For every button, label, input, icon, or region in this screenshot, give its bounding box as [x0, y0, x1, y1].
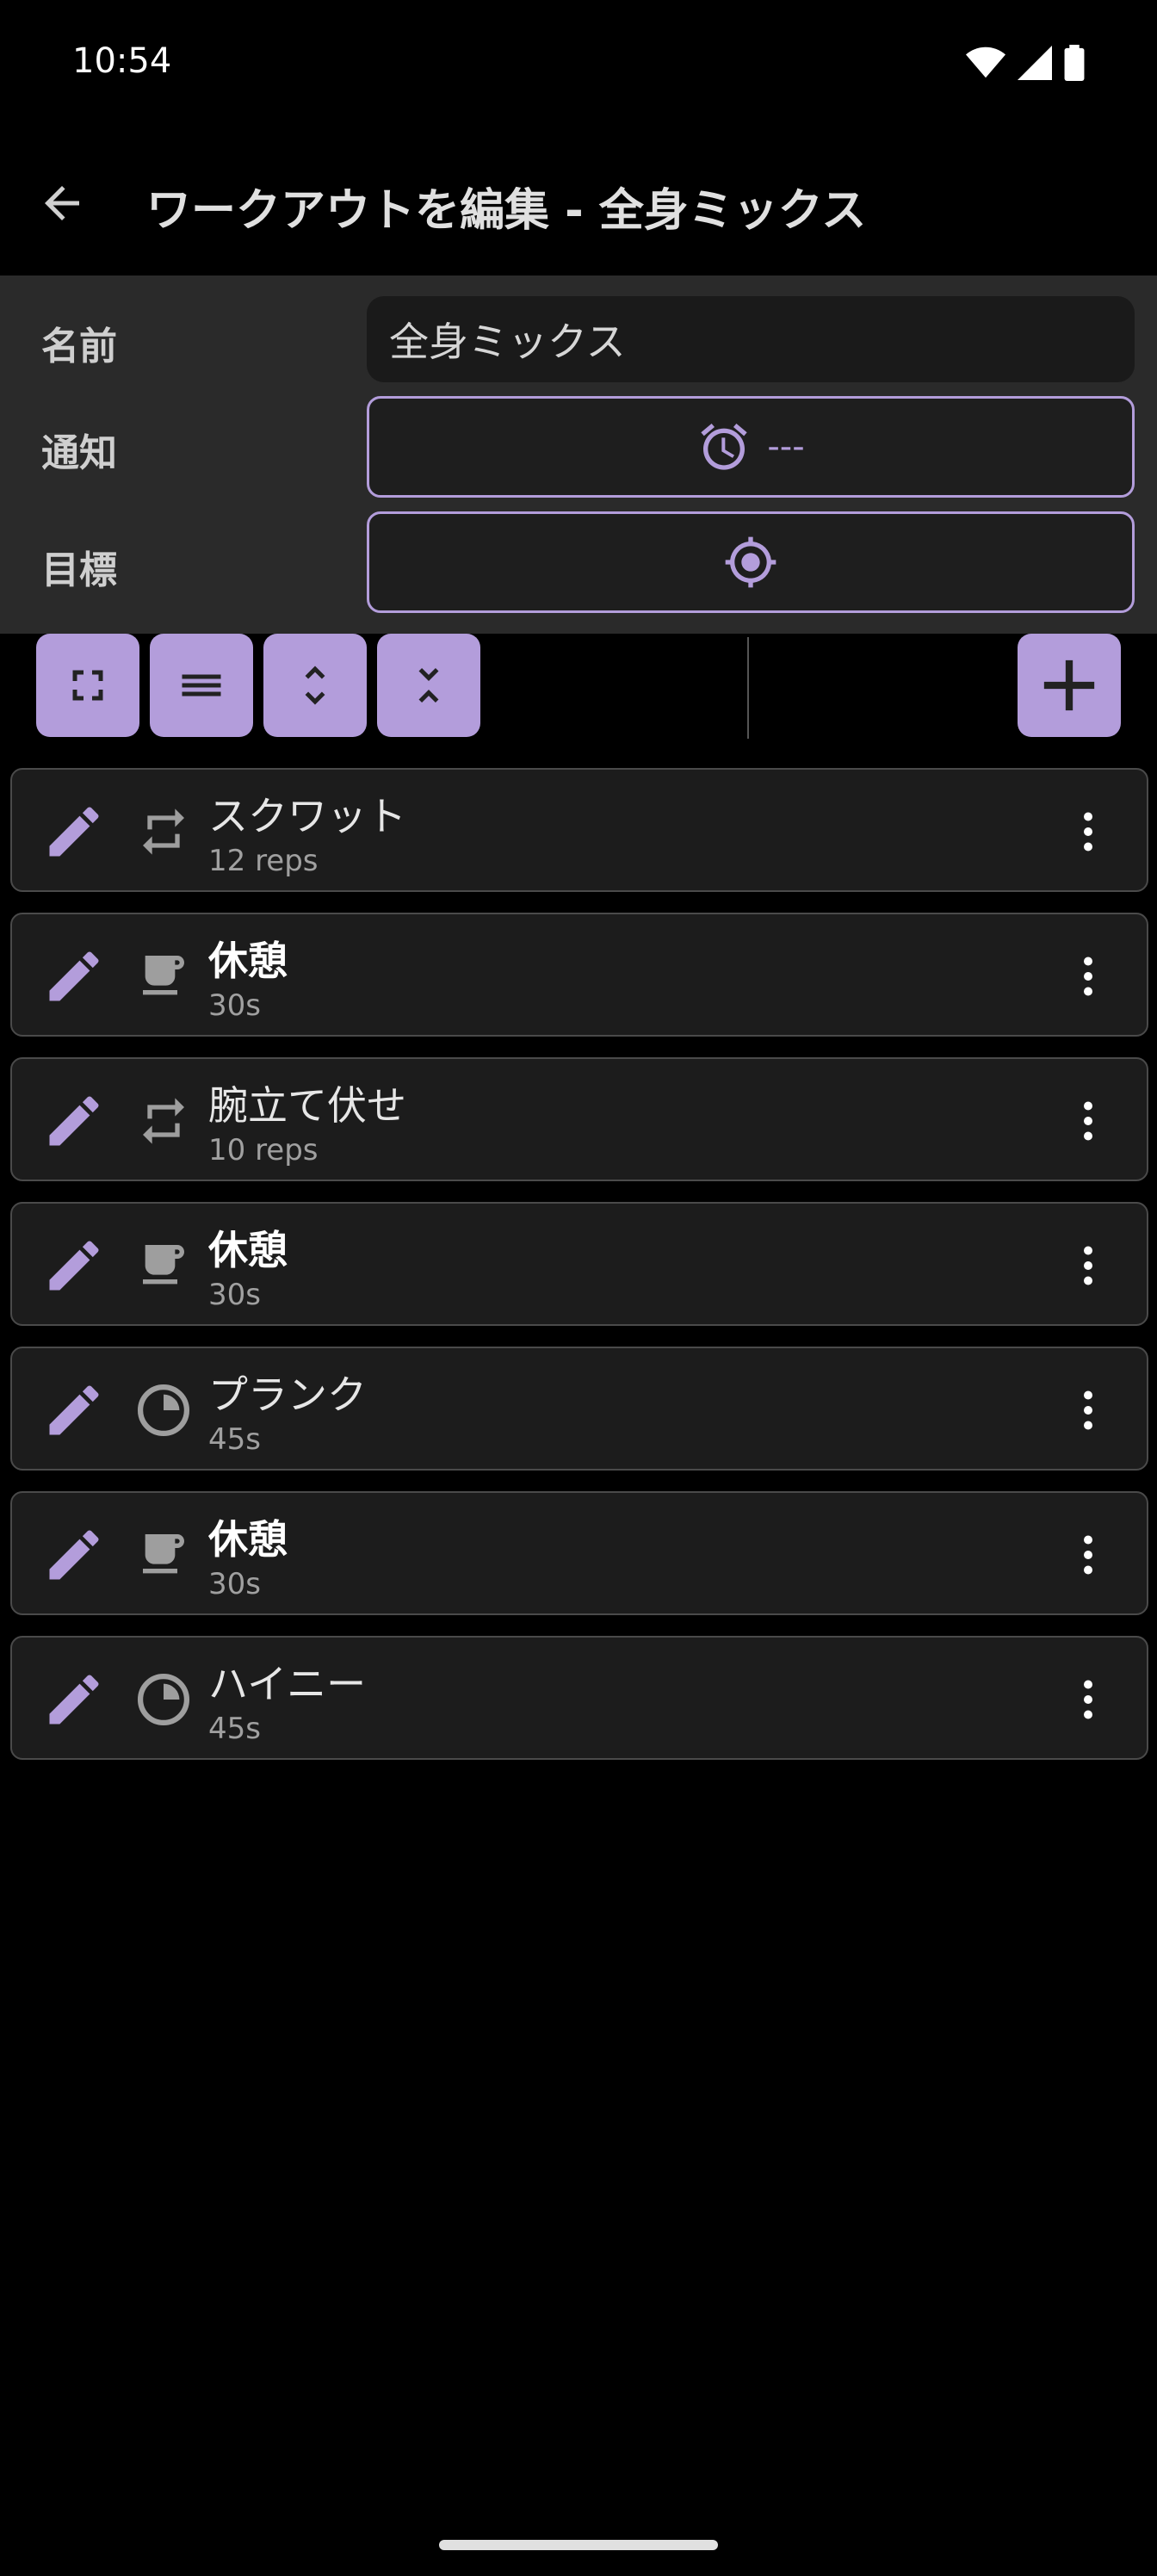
notification-value: --- — [767, 427, 805, 467]
edit-button[interactable] — [40, 1376, 108, 1445]
more-vertical-icon — [1084, 1535, 1092, 1575]
exercise-name: ハイニー — [208, 1661, 367, 1707]
edit-button[interactable] — [40, 942, 108, 1011]
notification-label: 通知 — [41, 431, 117, 475]
more-button[interactable] — [1057, 1524, 1119, 1586]
more-vertical-icon — [1084, 812, 1092, 851]
exercise-detail: 10 reps — [208, 1133, 319, 1167]
more-button[interactable] — [1057, 1669, 1119, 1731]
pencil-icon — [49, 951, 99, 1001]
timer-icon — [133, 1379, 195, 1441]
exercise-name: プランク — [208, 1372, 367, 1418]
wifi-icon — [966, 46, 1005, 78]
alarm-icon — [701, 423, 748, 470]
expand-icon — [72, 670, 103, 701]
list-item[interactable]: 休憩 30s — [10, 1491, 1148, 1615]
exercise-detail: 30s — [208, 1278, 261, 1312]
more-button[interactable] — [1057, 1379, 1119, 1441]
more-vertical-icon — [1084, 1680, 1092, 1719]
edit-button[interactable] — [40, 1665, 108, 1734]
collapse-all-button[interactable] — [377, 634, 480, 737]
exercise-name: 休憩 — [208, 1516, 288, 1563]
menu-lines-icon — [182, 674, 221, 697]
page-title: ワークアウトを編集 - 全身ミックス — [146, 185, 867, 237]
pencil-icon — [49, 1530, 99, 1580]
back-button[interactable] — [31, 172, 93, 234]
more-vertical-icon — [1084, 1246, 1092, 1285]
more-vertical-icon — [1084, 1101, 1092, 1141]
battery-icon — [1064, 45, 1085, 81]
home-indicator[interactable] — [439, 2540, 718, 2550]
goal-button[interactable] — [367, 511, 1135, 613]
notification-button[interactable]: --- — [367, 396, 1135, 498]
more-vertical-icon — [1084, 957, 1092, 996]
pencil-icon — [49, 1241, 99, 1291]
status-bar: 10:54 — [0, 0, 1157, 129]
name-label: 名前 — [41, 325, 117, 368]
more-button[interactable] — [1057, 945, 1119, 1007]
expand-vertical-icon — [305, 666, 325, 705]
collapse-vertical-icon — [418, 668, 439, 703]
app-bar: ワークアウトを編集 - 全身ミックス — [0, 129, 1157, 276]
plus-icon — [1043, 659, 1095, 711]
list-toolbar — [0, 634, 1157, 744]
exercise-detail: 30s — [208, 988, 261, 1023]
workout-form: 名前 通知 --- 目標 — [0, 276, 1157, 634]
more-button[interactable] — [1057, 801, 1119, 863]
repeat-icon — [133, 1090, 195, 1152]
pencil-icon — [49, 807, 99, 857]
goal-label: 目標 — [41, 548, 117, 592]
pencil-icon — [49, 1385, 99, 1435]
exercise-detail: 45s — [208, 1422, 261, 1457]
signal-icon — [1018, 46, 1052, 80]
edit-button[interactable] — [40, 797, 108, 866]
edit-button[interactable] — [40, 1087, 108, 1155]
exercise-detail: 12 reps — [208, 844, 319, 878]
pencil-icon — [49, 1096, 99, 1146]
timer-icon — [133, 1669, 195, 1731]
target-icon — [725, 536, 776, 588]
list-item[interactable]: 休憩 30s — [10, 1202, 1148, 1326]
list-item[interactable]: ハイニー 45s — [10, 1636, 1148, 1760]
add-exercise-button[interactable] — [1018, 634, 1121, 737]
more-button[interactable] — [1057, 1090, 1119, 1152]
status-time: 10:54 — [72, 41, 172, 81]
name-input[interactable] — [367, 296, 1135, 382]
exercise-detail: 45s — [208, 1712, 261, 1746]
exercise-name: 休憩 — [208, 938, 288, 984]
list-item[interactable]: プランク 45s — [10, 1347, 1148, 1471]
exercise-name: スクワット — [208, 793, 406, 839]
list-item[interactable]: 休憩 30s — [10, 913, 1148, 1037]
expand-all-button[interactable] — [263, 634, 367, 737]
coffee-cup-icon — [133, 945, 195, 1007]
coffee-cup-icon — [133, 1524, 195, 1586]
exercise-name: 休憩 — [208, 1227, 288, 1273]
list-item[interactable]: 腕立て伏せ 10 reps — [10, 1057, 1148, 1181]
pencil-icon — [49, 1675, 99, 1725]
exercise-detail: 30s — [208, 1567, 261, 1601]
expand-button[interactable] — [36, 634, 139, 737]
exercise-name: 腕立て伏せ — [208, 1082, 406, 1129]
list-item[interactable]: スクワット 12 reps — [10, 768, 1148, 892]
more-button[interactable] — [1057, 1235, 1119, 1297]
toolbar-divider — [747, 637, 749, 739]
list-view-button[interactable] — [150, 634, 253, 737]
status-icons — [966, 45, 1085, 81]
arrow-back-icon — [45, 186, 79, 220]
edit-button[interactable] — [40, 1231, 108, 1300]
more-vertical-icon — [1084, 1390, 1092, 1430]
edit-button[interactable] — [40, 1520, 108, 1589]
repeat-icon — [133, 801, 195, 863]
coffee-cup-icon — [133, 1235, 195, 1297]
